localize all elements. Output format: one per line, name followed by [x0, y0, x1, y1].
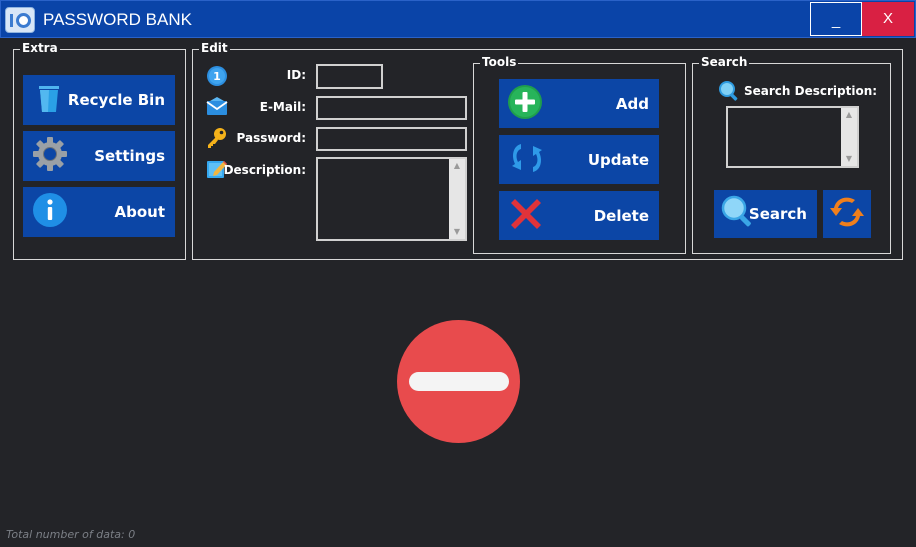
description-scrollbar[interactable]: ▲ ▼ — [449, 159, 465, 239]
add-button[interactable]: Add — [499, 79, 659, 128]
orange-refresh-icon — [827, 192, 867, 236]
settings-label: Settings — [94, 147, 165, 165]
email-label: E-Mail: — [259, 100, 306, 114]
search-description-field[interactable] — [726, 106, 859, 168]
window-title: PASSWORD BANK — [43, 10, 192, 29]
password-label: Password: — [236, 131, 307, 145]
minimize-button[interactable]: _ — [810, 2, 862, 36]
search-description-scrollbar[interactable]: ▲ ▼ — [841, 108, 857, 166]
update-button[interactable]: Update — [499, 135, 659, 184]
settings-button[interactable]: Settings — [23, 131, 175, 181]
search-button[interactable]: Search — [714, 190, 817, 238]
scroll-up-icon[interactable]: ▲ — [449, 159, 465, 173]
email-field[interactable] — [316, 96, 467, 120]
red-x-icon — [507, 195, 545, 237]
number-one-icon: 1 — [206, 65, 228, 91]
extra-group-title: Extra — [20, 41, 60, 55]
recycle-bin-button[interactable]: Recycle Bin — [23, 75, 175, 125]
gear-icon — [31, 135, 69, 177]
description-label: Description: — [223, 163, 306, 177]
id-field[interactable] — [316, 64, 383, 89]
scroll-down-icon[interactable]: ▼ — [449, 225, 465, 239]
svg-text:1: 1 — [213, 70, 221, 83]
recycle-bin-label: Recycle Bin — [67, 91, 165, 109]
search-scroll-up-icon[interactable]: ▲ — [841, 108, 857, 122]
delete-label: Delete — [593, 206, 649, 225]
id-label: ID: — [286, 68, 306, 82]
envelope-icon — [206, 97, 228, 121]
search-group-title: Search — [699, 55, 750, 69]
tools-group-title: Tools — [480, 55, 519, 69]
update-label: Update — [587, 150, 649, 169]
search-scroll-down-icon[interactable]: ▼ — [841, 152, 857, 166]
status-total-count: Total number of data: 0 — [6, 528, 136, 541]
app-logo-icon — [5, 7, 35, 33]
magnifier-icon — [718, 80, 740, 106]
refresh-search-button[interactable] — [823, 190, 871, 238]
edit-group-title: Edit — [199, 41, 230, 55]
add-label: Add — [615, 94, 649, 113]
title-bar: PASSWORD BANK — [0, 0, 916, 38]
refresh-arrows-icon — [507, 138, 547, 182]
delete-button[interactable]: Delete — [499, 191, 659, 240]
search-description-label: Search Description: — [744, 84, 878, 98]
recycle-bin-icon — [31, 80, 67, 120]
info-icon — [31, 191, 69, 233]
plus-circle-icon — [507, 84, 543, 124]
about-label: About — [114, 203, 165, 221]
about-button[interactable]: About — [23, 187, 175, 237]
close-button[interactable]: X — [862, 2, 914, 36]
description-field[interactable] — [316, 157, 467, 241]
password-field[interactable] — [316, 127, 467, 151]
search-label: Search — [748, 205, 807, 223]
no-entry-icon — [397, 320, 520, 443]
